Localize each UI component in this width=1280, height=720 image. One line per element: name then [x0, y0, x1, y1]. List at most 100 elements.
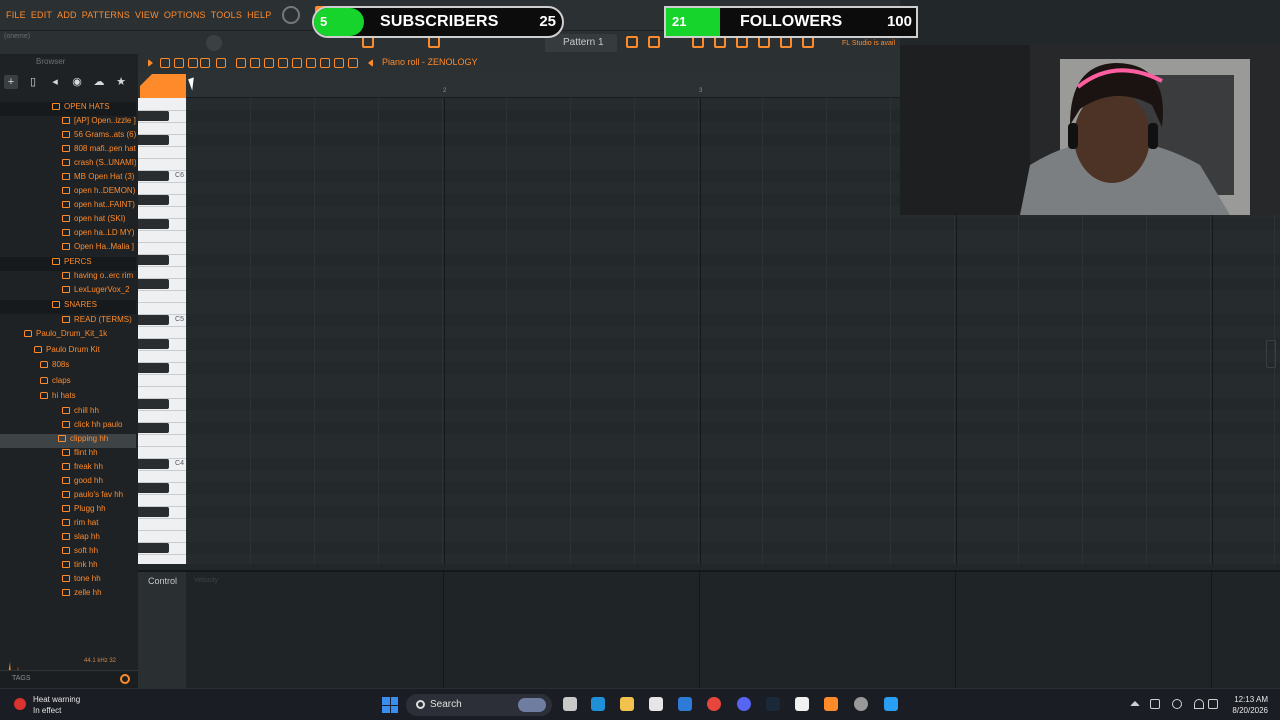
- browser-file[interactable]: open hat (SKI): [0, 214, 136, 228]
- black-key[interactable]: [138, 111, 169, 121]
- browser-folder[interactable]: hi hats: [0, 391, 136, 405]
- taskbar-time[interactable]: 12:13 AM: [1224, 695, 1268, 704]
- black-key[interactable]: [138, 363, 169, 373]
- black-key[interactable]: [138, 423, 169, 433]
- timeline-ruler[interactable]: 2 3: [186, 72, 900, 98]
- fl-studio-icon[interactable]: [824, 697, 838, 711]
- target-arrow-icon[interactable]: [368, 59, 373, 67]
- tags-label[interactable]: TAGS: [12, 675, 31, 682]
- playlist-icon[interactable]: [626, 36, 638, 48]
- menu-file[interactable]: FILE: [6, 10, 26, 20]
- paint-icon[interactable]: [250, 58, 260, 68]
- black-key[interactable]: [138, 255, 169, 265]
- browser-options-icon[interactable]: +: [4, 75, 18, 89]
- browser-folder[interactable]: claps: [0, 376, 136, 390]
- browser-file[interactable]: LexLugerVox_2: [0, 285, 136, 299]
- browser-file[interactable]: rim hat: [0, 518, 136, 532]
- loop-icon[interactable]: [200, 58, 210, 68]
- black-key[interactable]: [138, 315, 169, 325]
- menu-add[interactable]: ADD: [57, 10, 77, 20]
- app-icon[interactable]: [884, 697, 898, 711]
- browser-file[interactable]: paulo's fav hh: [0, 490, 136, 504]
- browser-file[interactable]: good hh: [0, 476, 136, 490]
- browser-file[interactable]: crash (S..UNAMI): [0, 158, 136, 172]
- wifi-icon[interactable]: [1194, 699, 1204, 709]
- browser-folder[interactable]: 808s: [0, 360, 136, 374]
- chrome-icon[interactable]: [707, 697, 721, 711]
- metronome-icon[interactable]: [188, 58, 198, 68]
- undo-icon[interactable]: [216, 58, 226, 68]
- browser-file[interactable]: freak hh: [0, 462, 136, 476]
- volume-icon[interactable]: [1208, 699, 1218, 709]
- browser-file[interactable]: 56 Grams..ats (6): [0, 130, 136, 144]
- browser-file[interactable]: READ (TERMS): [0, 315, 136, 329]
- file-explorer-icon[interactable]: [620, 697, 634, 711]
- weather-warning-title[interactable]: Heat warning: [33, 695, 80, 704]
- black-key[interactable]: [138, 459, 169, 469]
- browser-file[interactable]: click hh paulo: [0, 420, 136, 434]
- piano-roll-tab-icon[interactable]: [140, 74, 186, 98]
- browser-search-icon[interactable]: [120, 674, 130, 684]
- obs-icon[interactable]: [854, 697, 868, 711]
- black-key[interactable]: [138, 135, 169, 145]
- menu-edit[interactable]: EDIT: [31, 10, 52, 20]
- stamp-icon[interactable]: [174, 58, 184, 68]
- delete-icon[interactable]: [264, 58, 274, 68]
- browser-folder[interactable]: Paulo Drum Kit: [0, 345, 136, 359]
- browser-file[interactable]: having o..erc rim: [0, 271, 136, 285]
- taskbar-date[interactable]: 8/20/2026: [1224, 706, 1268, 715]
- menu-patterns[interactable]: PATTERNS: [82, 10, 130, 20]
- copilot-icon[interactable]: [591, 697, 605, 711]
- browser-file[interactable]: zelle hh: [0, 588, 136, 602]
- piano-roll-menu-icon[interactable]: [148, 59, 153, 67]
- update-hint[interactable]: FL Studio is avail: [842, 40, 895, 47]
- select-icon[interactable]: [320, 58, 330, 68]
- discord-icon[interactable]: [737, 697, 751, 711]
- volume-knob-icon[interactable]: [206, 35, 222, 51]
- piano-roll-icon[interactable]: [648, 36, 660, 48]
- browser-section[interactable]: OPEN HATS: [0, 102, 136, 116]
- black-key[interactable]: [138, 279, 169, 289]
- black-key[interactable]: [138, 171, 169, 181]
- browser-file[interactable]: Open Ha..Malia ]: [0, 242, 136, 256]
- browser-file[interactable]: clipping hh: [0, 434, 136, 448]
- playback-icon[interactable]: [348, 58, 358, 68]
- black-key[interactable]: [138, 507, 169, 517]
- black-key[interactable]: [138, 483, 169, 493]
- slip-icon[interactable]: [292, 58, 302, 68]
- menu-help[interactable]: HELP: [247, 10, 271, 20]
- browser-file[interactable]: Plugg hh: [0, 504, 136, 518]
- browser-file[interactable]: open ha..LD MY): [0, 228, 136, 242]
- black-key[interactable]: [138, 219, 169, 229]
- microphone-icon[interactable]: [1172, 699, 1182, 709]
- menu-view[interactable]: VIEW: [135, 10, 159, 20]
- browser-section[interactable]: PERCS: [0, 257, 136, 271]
- notepad-icon[interactable]: [795, 697, 809, 711]
- vertical-scrollbar[interactable]: [1266, 340, 1276, 368]
- slice-icon[interactable]: [306, 58, 316, 68]
- browser-file[interactable]: [AP] Open..izzle ]: [0, 116, 136, 130]
- browser-file[interactable]: MB Open Hat (3): [0, 172, 136, 186]
- browser-cloud-icon[interactable]: ☁: [92, 75, 106, 89]
- browser-back-icon[interactable]: ◂: [48, 75, 62, 89]
- browser-sort-icon[interactable]: ◉: [70, 75, 84, 89]
- browser-file[interactable]: soft hh: [0, 546, 136, 560]
- windows-start-icon[interactable]: [382, 697, 398, 713]
- magnet-icon[interactable]: [160, 58, 170, 68]
- black-key[interactable]: [138, 543, 169, 553]
- browser-file[interactable]: flint hh: [0, 448, 136, 462]
- black-key[interactable]: [138, 195, 169, 205]
- zoom-icon[interactable]: [334, 58, 344, 68]
- control-target[interactable]: Control: [148, 576, 177, 586]
- browser-file-icon[interactable]: ▯: [26, 75, 40, 89]
- pencil-icon[interactable]: [236, 58, 246, 68]
- pattern-selector[interactable]: Pattern 1: [545, 34, 617, 52]
- browser-file[interactable]: 808 mafi..pen hat: [0, 144, 136, 158]
- browser-file[interactable]: slap hh: [0, 532, 136, 546]
- browser-file[interactable]: open hat..FAINT): [0, 200, 136, 214]
- mute-icon[interactable]: [278, 58, 288, 68]
- browser-file[interactable]: chill hh: [0, 406, 136, 420]
- browser-file[interactable]: tink hh: [0, 560, 136, 574]
- menu-options[interactable]: OPTIONS: [164, 10, 206, 20]
- tempo-knob-icon[interactable]: [282, 6, 301, 24]
